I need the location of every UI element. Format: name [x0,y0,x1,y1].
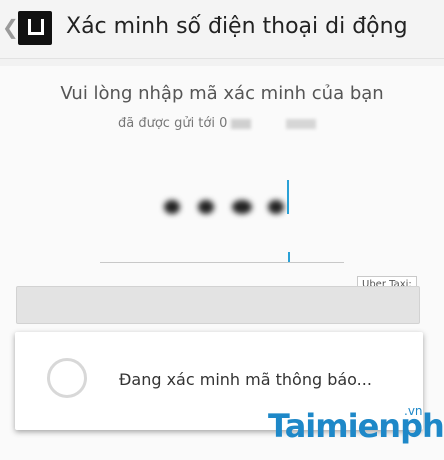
sent-to-label: đã được gửi tới 0 [118,116,228,131]
cursor-mark [288,252,290,262]
uber-logo-icon [18,11,52,45]
code-digit [268,200,284,214]
loading-spinner-icon [47,358,87,398]
progress-message: Đang xác minh mã thông báo... [119,370,372,389]
watermark-tld: .vn [404,404,423,418]
page-title: Xác minh số điện thoại di động [66,14,408,39]
code-digit [232,200,252,214]
code-input[interactable] [160,196,290,220]
code-digit [198,200,214,214]
verification-prompt: Vui lòng nhập mã xác minh của bạn [60,83,384,104]
sent-to-line: đã được gửi tới 0 [118,116,332,131]
code-input-underline [100,262,344,263]
code-digit [164,200,180,214]
text-cursor [287,180,289,214]
verify-button[interactable] [16,286,420,324]
app-header: ❮ Xác minh số điện thoại di động [0,0,444,59]
back-chevron-icon[interactable]: ❮ [2,15,19,39]
blurred-phone-number [231,118,332,129]
